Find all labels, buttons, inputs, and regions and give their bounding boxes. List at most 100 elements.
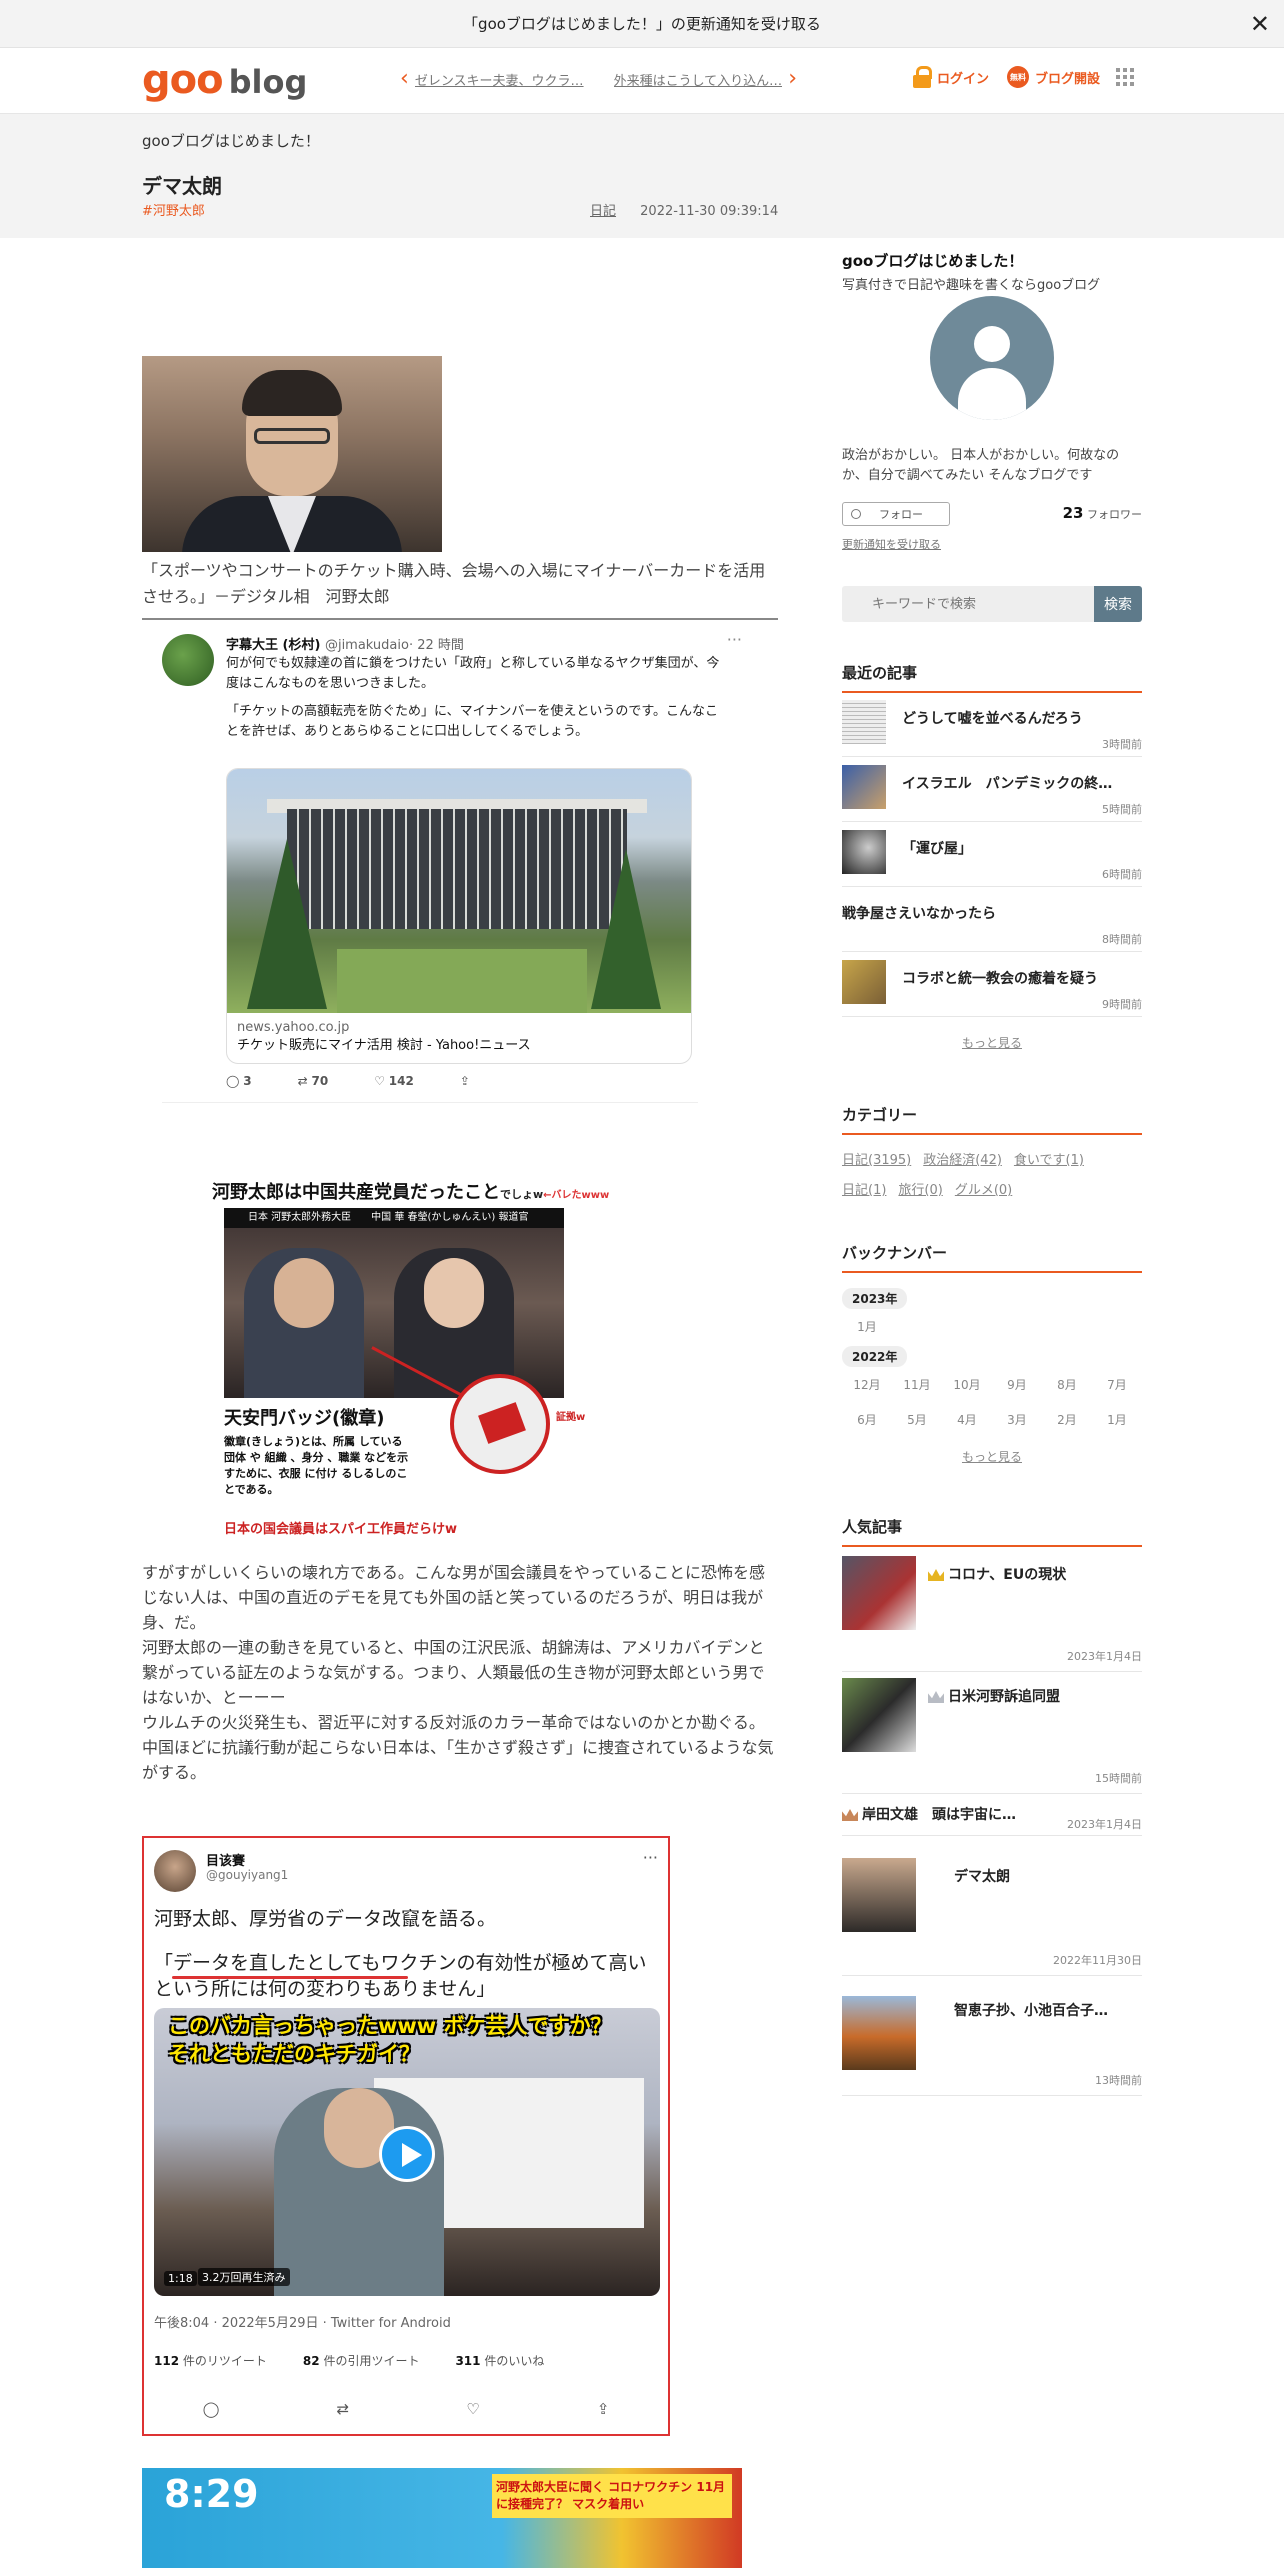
- prev-article-link[interactable]: ゼレンスキー夫妻、ウクラ…: [415, 70, 584, 89]
- article-time: 8時間前: [1102, 933, 1142, 946]
- month-link[interactable]: 6月: [842, 1411, 892, 1428]
- reply-count: 3: [243, 1074, 252, 1088]
- tweet-paragraph: 「チケットの高額転売を防ぐため」に、マイナンバーを使えというのです。こんなことを…: [226, 704, 719, 739]
- month-link[interactable]: 3月: [992, 1411, 1042, 1428]
- category-link[interactable]: 食いです(1): [1014, 1153, 1084, 1168]
- header-actions: ログイン 無料 ブログ開設: [895, 66, 1134, 88]
- share-icon[interactable]: ⇪: [460, 1074, 470, 1088]
- tweet-paragraph: 何が何でも奴隷達の首に鎖をつけたい「政府」と称している単なるヤクザ集団が、今度は…: [226, 656, 720, 691]
- month-link[interactable]: 12月: [842, 1376, 892, 1393]
- list-item[interactable]: どうして嘘を並べるんだろう 3時間前: [842, 692, 1142, 757]
- article-text: すがすがしいくらいの壊れ方である。こんな男が国会議員をやっていることに恐怖を感じ…: [142, 1560, 778, 1785]
- free-badge-icon: 無料: [1006, 66, 1029, 88]
- list-item[interactable]: コロナ、EUの現状 2023年1月4日: [842, 1550, 1142, 1672]
- update-notice-text[interactable]: 「gooブログはじめました！」の更新通知を受け取る: [463, 13, 821, 34]
- month-link[interactable]: 7月: [1092, 1376, 1142, 1393]
- kono-portrait-image: [142, 356, 442, 552]
- category-link[interactable]: グルメ(0): [955, 1183, 1012, 1198]
- article-thumbnail: [842, 1858, 916, 1932]
- image-headline: 河野太郎は中国共産党員だったことでしょw←バレたwww: [212, 1182, 610, 1203]
- tweet-screenshot: 目该賽 @gouyiyang1 ··· 河野太郎、厚労省のデータ改竄を語る。 「…: [142, 1836, 670, 2436]
- tv-clock: 8:29: [164, 2472, 259, 2516]
- article-time: 6時間前: [1102, 868, 1142, 881]
- follower-count: 23 フォロワー: [1062, 504, 1142, 522]
- month-link[interactable]: 1月: [1092, 1411, 1142, 1428]
- category-link[interactable]: 日記(1): [842, 1183, 886, 1198]
- video-thumbnail: このバカ言っちゃったwww ボケ芸人ですか？ それともただのキチガイ？ 1:18…: [154, 2008, 660, 2296]
- article-time: 5時間前: [1102, 803, 1142, 816]
- reply-button[interactable]: ◯ 3: [226, 1074, 252, 1088]
- month-link[interactable]: 9月: [992, 1376, 1042, 1393]
- article-time: 3時間前: [1102, 738, 1142, 751]
- login-button[interactable]: ログイン: [912, 66, 989, 88]
- close-icon[interactable]: ✕: [1250, 10, 1270, 38]
- list-item[interactable]: 戦争屋さえいなかったら 8時間前: [842, 887, 1142, 952]
- recent-more-link[interactable]: もっと見る: [842, 1034, 1142, 1051]
- popular-title: 日米河野訴追同盟: [928, 1686, 1060, 1706]
- start-blog-button[interactable]: 無料 ブログ開設: [1006, 66, 1100, 88]
- category-link[interactable]: 日記(3195): [842, 1153, 911, 1168]
- list-item[interactable]: イスラエル パンデミックの終… 5時間前: [842, 757, 1142, 822]
- month-link[interactable]: 1月: [842, 1318, 892, 1335]
- tweet-handle: @jimakudaio: [324, 638, 409, 653]
- more-options-icon[interactable]: ···: [727, 630, 742, 649]
- link-card-image: [227, 769, 691, 1013]
- follow-button[interactable]: フォロー: [842, 502, 950, 526]
- year-2023: 2023年: [842, 1288, 908, 1309]
- list-item[interactable]: デマ太朗 2022年11月30日: [842, 1836, 1142, 1976]
- apps-grid-icon[interactable]: [1116, 68, 1134, 86]
- month-link[interactable]: 10月: [942, 1376, 992, 1393]
- list-item[interactable]: 智恵子抄、小池百合子… 13時間前: [842, 1976, 1142, 2096]
- video-duration: 1:18: [164, 2271, 197, 2286]
- chevron-left-icon[interactable]: ‹: [400, 68, 409, 90]
- chevron-right-icon[interactable]: ›: [788, 68, 797, 90]
- user-icon: [851, 509, 861, 519]
- list-item[interactable]: コラボと統一教会の癒着を疑う 9時間前: [842, 952, 1142, 1017]
- notify-link[interactable]: 更新通知を受け取る: [842, 536, 941, 552]
- category-link[interactable]: 旅行(0): [898, 1183, 942, 1198]
- post-category-link[interactable]: 日記: [590, 204, 616, 219]
- avatar[interactable]: [162, 634, 214, 686]
- month-link[interactable]: 4月: [942, 1411, 992, 1428]
- goo-blog-logo[interactable]: goo blog: [142, 58, 307, 102]
- article-thumbnail: [842, 1678, 916, 1752]
- search-input[interactable]: [842, 586, 1094, 622]
- article-navigation: ‹ ゼレンスキー夫妻、ウクラ… 外来種はこうして入り込ん… ›: [400, 68, 797, 90]
- like-button[interactable]: ♡ 142: [374, 1074, 414, 1088]
- image-footer: 日本の国会議員はスパイ工作員だらけw: [224, 1522, 458, 1537]
- category-link[interactable]: 政治経済(42): [923, 1153, 1002, 1168]
- sidebar-search: 検索: [842, 586, 1142, 622]
- article-thumbnail: [842, 1996, 916, 2070]
- popular-title: コロナ、EUの現状: [928, 1564, 1066, 1584]
- month-link[interactable]: 8月: [1042, 1376, 1092, 1393]
- tweet-author[interactable]: 字幕大王 (杉村) @jimakudaio· 22 時間: [226, 634, 464, 653]
- reply-icon: ◯: [202, 2400, 220, 2418]
- month-link[interactable]: 2月: [1042, 1411, 1092, 1428]
- list-item[interactable]: 「運び屋」 6時間前: [842, 822, 1142, 887]
- month-link[interactable]: 5月: [892, 1411, 942, 1428]
- month-link[interactable]: 11月: [892, 1376, 942, 1393]
- update-notice-bar[interactable]: 「gooブログはじめました！」の更新通知を受け取る ✕: [0, 0, 1284, 48]
- article-paragraph: ウルムチの火災発生も、習近平に対する反対派のカラー革命ではないのかとか勘ぐる。: [142, 1713, 765, 1732]
- popular-date: 2023年1月4日: [1067, 1818, 1142, 1831]
- article-thumbnail: [842, 1556, 916, 1630]
- link-card[interactable]: news.yahoo.co.jp チケット販売にマイナ活用 検討 - Yahoo…: [226, 768, 692, 1064]
- post-tag-link[interactable]: #河野太郎: [142, 200, 205, 219]
- blog-name-link[interactable]: gooブログはじめました！: [142, 130, 320, 151]
- year-2022: 2022年: [842, 1346, 908, 1367]
- retweet-button[interactable]: ⇄ 70: [298, 1074, 329, 1088]
- backnumber-more-link[interactable]: もっと見る: [842, 1448, 1142, 1465]
- recent-heading: 最近の記事: [842, 662, 1142, 693]
- profile-avatar[interactable]: [930, 296, 1054, 420]
- start-blog-label: ブログ開設: [1034, 71, 1100, 87]
- article-paragraph: すがすがしいくらいの壊れ方である。こんな男が国会議員をやっていることに恐怖を感じ…: [142, 1563, 766, 1632]
- image-description: 徽章(きしょう)とは、所属 している 団体 や 組織 、身分 、職業 などを示す…: [224, 1435, 409, 1496]
- silver-crown-icon: [928, 1691, 944, 1703]
- list-item[interactable]: 岸田文雄 頭は宇宙に… 2023年1月4日: [842, 1794, 1142, 1836]
- list-item[interactable]: 日米河野訴追同盟 15時間前: [842, 1672, 1142, 1794]
- post-title: デマ太朗: [142, 174, 222, 198]
- article-time: 9時間前: [1102, 998, 1142, 1011]
- search-button[interactable]: 検索: [1094, 586, 1142, 622]
- next-article-link[interactable]: 外来種はこうして入り込ん…: [614, 70, 783, 89]
- sidebar-blog-title[interactable]: gooブログはじめました！: [842, 250, 1023, 271]
